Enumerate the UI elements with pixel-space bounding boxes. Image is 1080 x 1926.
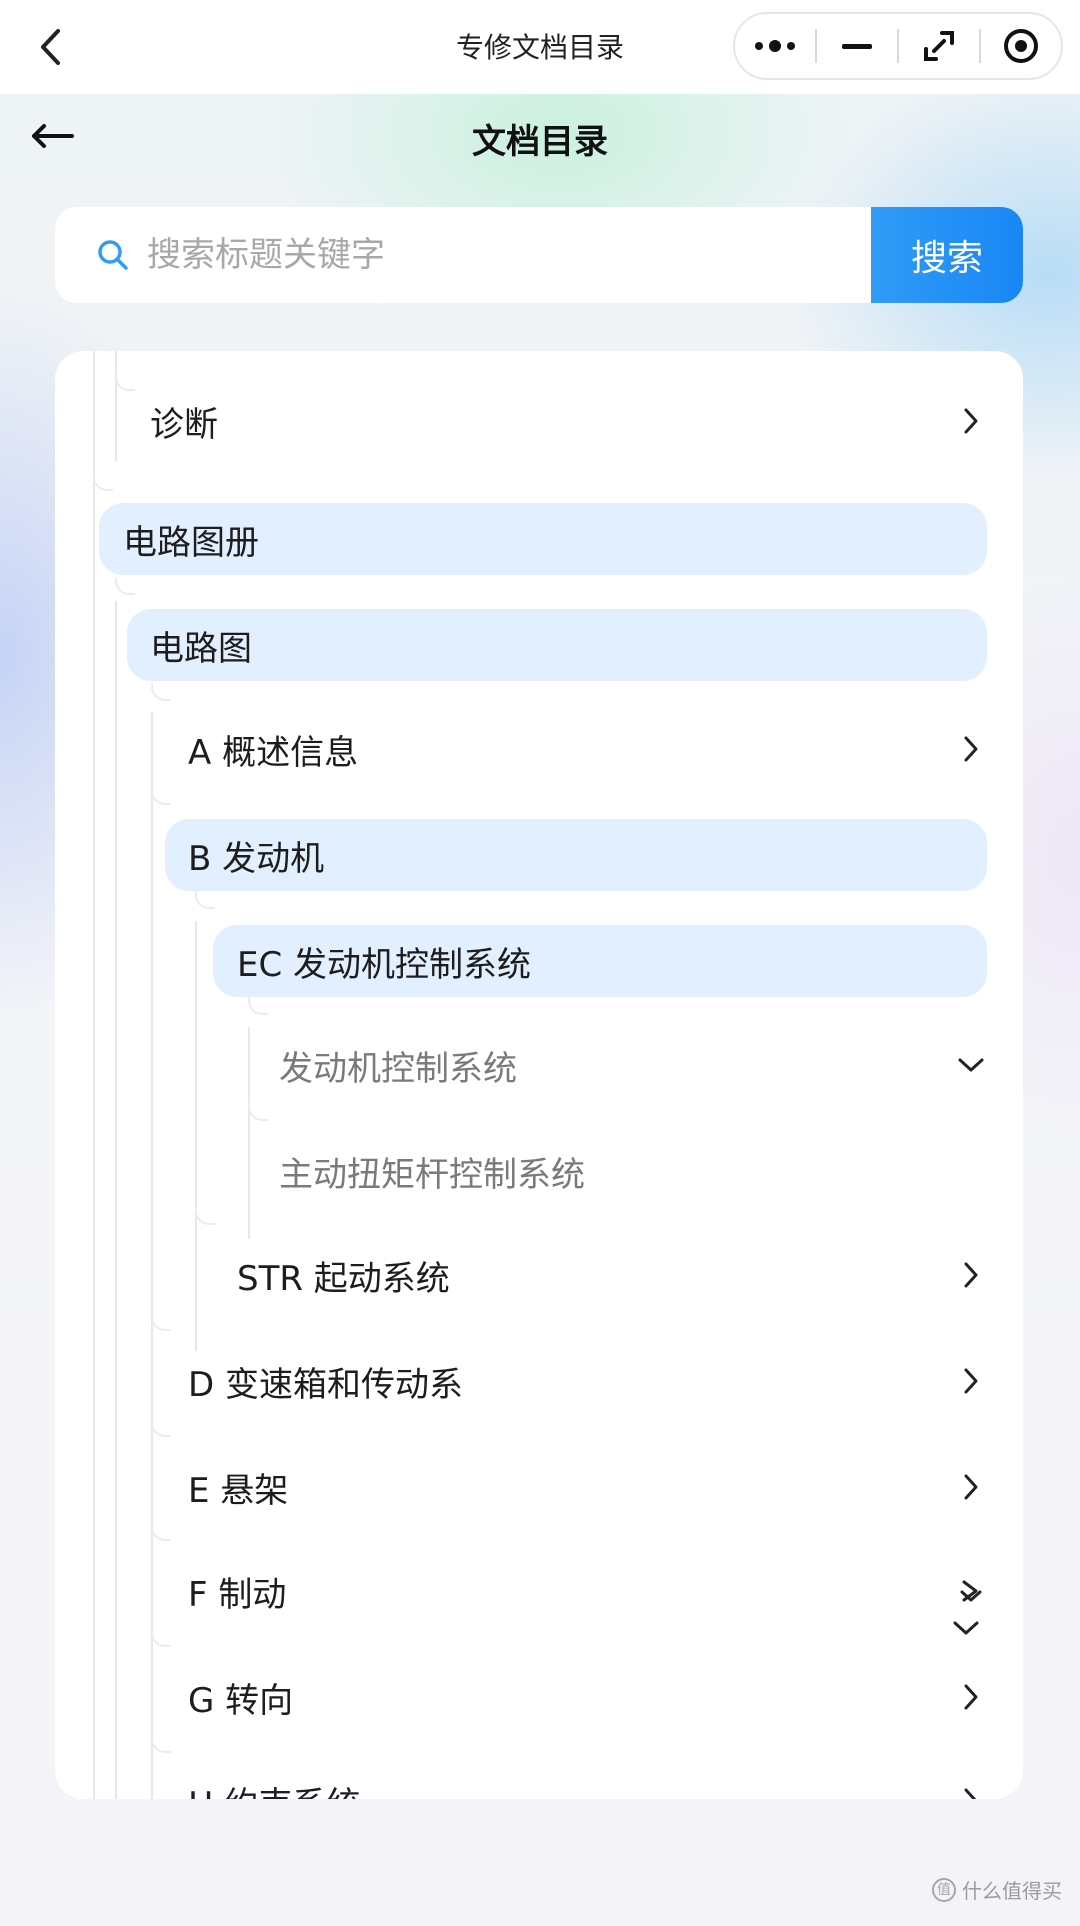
page-body: 文档目录 搜索标题关键字 搜索 诊断 电路图册 电路图 A 概述信息 B 发动机… [0,94,1080,1926]
chevron-down-icon [956,1050,986,1080]
tree-item-label: B 发动机 [188,838,325,879]
tree-item-label: EC 发动机控制系统 [237,944,532,985]
tree-item-a-overview[interactable]: A 概述信息 [188,713,1000,785]
tree-item-torque-rod-control[interactable]: 主动扭矩杆控制系统 [279,1135,1000,1207]
tree-connector [151,1313,171,1331]
target-close-icon [1004,29,1038,63]
tree-guide-line [93,351,95,1799]
tree-guide-line [115,601,117,1799]
tree-item-d-transmission[interactable]: D 变速箱和传动系 [188,1345,1000,1417]
page-title: 文档目录 [472,122,608,162]
tree-connector [93,473,113,491]
chevron-right-icon [956,1472,986,1502]
search-button[interactable]: 搜索 [871,207,1023,303]
close-miniprogram-button[interactable] [981,14,1061,78]
chevron-right-icon [956,1682,986,1712]
tree-guide-line [115,351,117,461]
chevron-right-icon [956,1576,986,1606]
tree-connector [115,373,135,391]
watermark-text: 什么值得买 [962,1879,1062,1903]
tree-guide-line [248,1027,250,1239]
native-nav-bar: 专修文档目录 [0,0,1080,95]
tree-guide-line [195,921,197,1351]
tree-connector [151,787,171,805]
page-header: 文档目录 [0,94,1080,184]
watermark: 值 什么值得买 [932,1875,1062,1904]
tree-item-circuit-diagram[interactable]: 电路图 [127,609,987,681]
tree-item-label: A 概述信息 [188,732,359,773]
tree-item-label: G 转向 [188,1680,294,1721]
search-icon-wrap [85,207,141,303]
tree-item-ec-engine-control[interactable]: EC 发动机控制系统 [213,925,987,997]
tree-connector [151,1419,171,1437]
watermark-badge: 值 [932,1877,956,1902]
chevron-right-icon [956,1260,986,1290]
tree-item-label: 诊断 [150,404,218,445]
tree-item-diagnosis[interactable]: 诊断 [150,385,1000,457]
chevron-right-icon [956,1366,986,1396]
tree-item-b-engine[interactable]: B 发动机 [165,819,987,891]
chevron-right-icon [956,406,986,436]
tree-item-label: 电路图册 [123,522,259,563]
tree-connector [195,891,215,909]
tree-item-str-starting-system[interactable]: STR 起动系统 [237,1239,1000,1311]
more-dots-icon [755,40,795,52]
float-window-icon [924,31,954,61]
chevron-down-icon [951,1617,981,1639]
tree-connector [115,577,135,595]
tree-item-label: STR 起动系统 [237,1258,450,1299]
minimize-button[interactable] [817,14,897,78]
tree-item-h-restraint[interactable]: H 约束系统 [188,1765,1000,1799]
tree-connector [248,997,268,1015]
tree-item-label: F 制动 [188,1574,287,1615]
tree-connector [151,1735,171,1753]
tree-item-g-steering[interactable]: G 转向 [188,1661,1000,1733]
tree-item-engine-control-system[interactable]: 发动机控制系统 [279,1029,1000,1101]
search-bar: 搜索 [55,207,1023,303]
chevron-right-icon [956,734,986,764]
tree-item-circuit-manual[interactable]: 电路图册 [99,503,987,575]
more-button[interactable] [735,14,815,78]
tree-connector [151,683,171,701]
tree-item-label: 主动扭矩杆控制系统 [279,1154,585,1195]
tree-item-label: 电路图 [150,628,252,669]
search-icon [98,240,128,270]
tree-connector [151,1523,171,1541]
tree-item-label: H 约束系统 [188,1777,360,1800]
tree-item-label: 发动机控制系统 [279,1048,517,1089]
tree-connector [195,1207,215,1225]
tree-item-e-suspension[interactable]: E 悬架 [188,1451,1000,1523]
float-window-button[interactable] [899,14,979,78]
tree-connector [151,1629,171,1647]
tree-item-label: E 悬架 [188,1470,289,1511]
tree-item-label: D 变速箱和传动系 [188,1364,463,1405]
directory-tree[interactable]: 诊断 电路图册 电路图 A 概述信息 B 发动机 EC 发动机控制系统 发动机控… [55,351,1023,1799]
search-input[interactable] [141,207,871,303]
tree-item-f-brakes[interactable]: F 制动 [188,1555,1000,1627]
chevron-right-icon [956,1786,986,1799]
tree-connector [248,1103,268,1121]
minus-icon [842,44,872,49]
capsule-menu [733,12,1063,80]
